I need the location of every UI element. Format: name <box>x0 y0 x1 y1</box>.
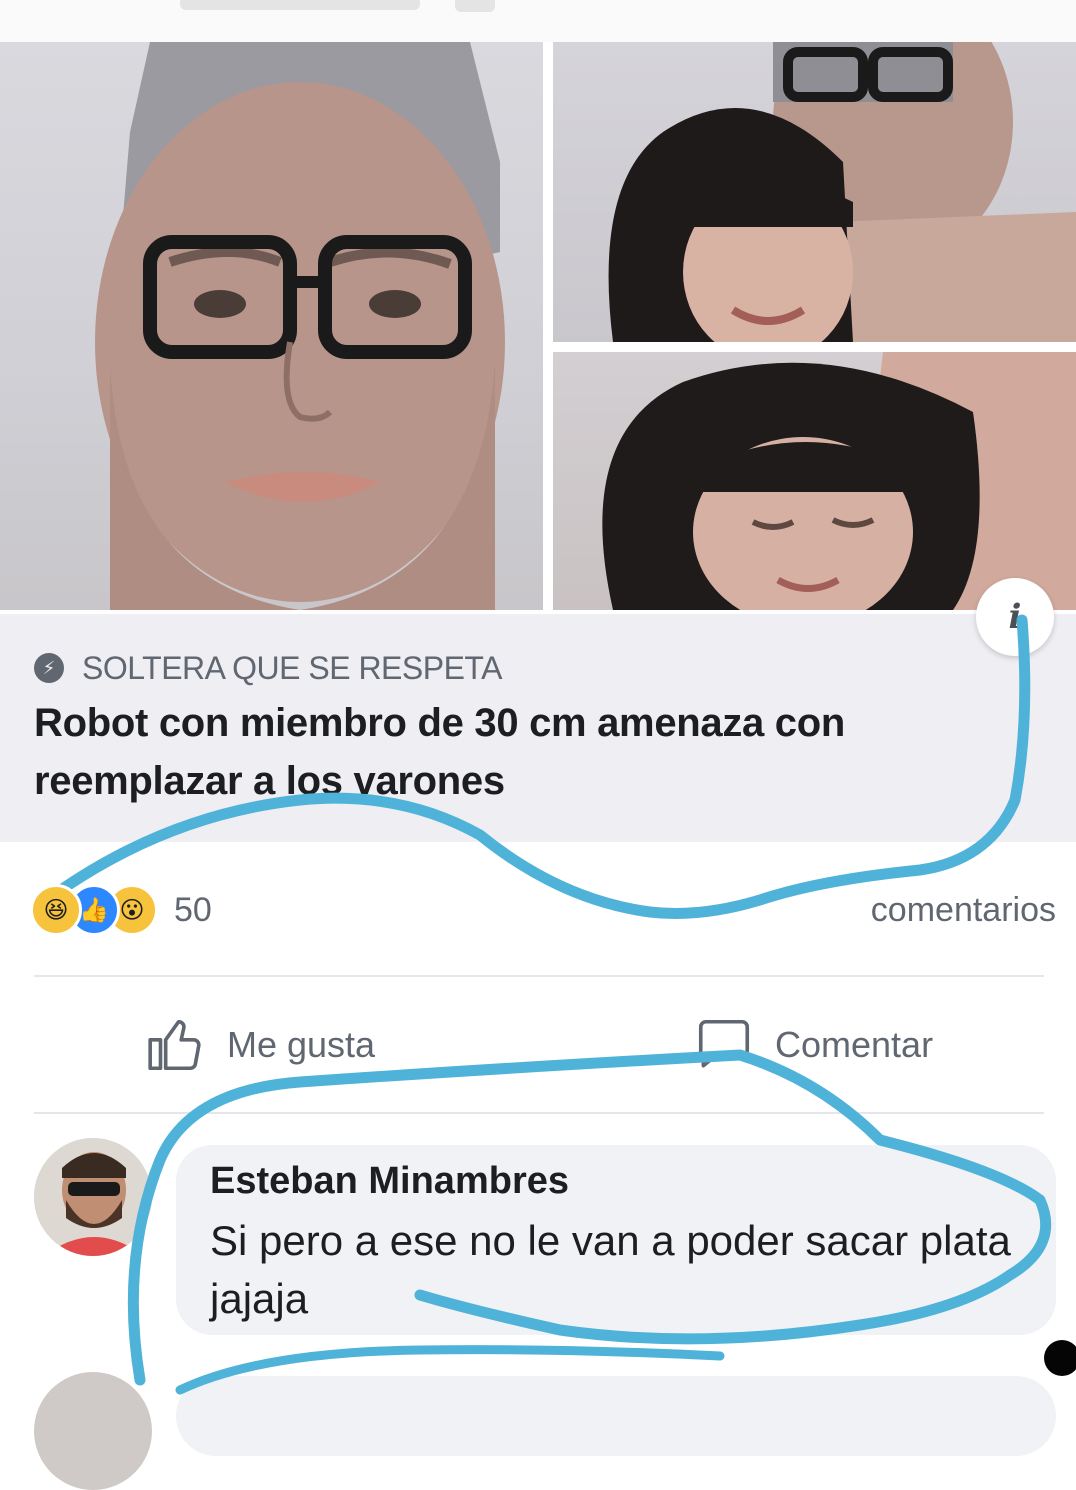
robot-face-illustration <box>95 42 505 610</box>
avatar-photo <box>34 1138 152 1256</box>
comment-button-label: Comentar <box>775 1024 934 1065</box>
comment-text: Si pero a ese no le van a poder sacar pl… <box>210 1217 1011 1322</box>
reply-input[interactable] <box>176 1376 1056 1456</box>
thumbs-up-icon <box>148 1019 201 1071</box>
cropped-header-strip <box>0 0 1076 42</box>
commenter-avatar[interactable] <box>34 1138 152 1256</box>
source-name: SOLTERA QUE SE RESPETA <box>82 649 502 686</box>
speech-bubble-icon <box>698 1019 750 1068</box>
cropped-header-text <box>180 0 420 10</box>
bolt-icon: ⚡ <box>34 653 64 683</box>
reaction-count: 50 <box>174 890 212 929</box>
haha-reaction-icon: 😆 <box>30 884 82 936</box>
cropped-header-icon <box>455 0 495 12</box>
couple-embrace-illustration <box>608 42 1076 342</box>
comment-count-link[interactable]: comentarios <box>871 884 1056 936</box>
info-icon[interactable]: i <box>976 578 1054 656</box>
online-indicator <box>1044 1340 1076 1376</box>
post-photo-bottom-right[interactable] <box>553 352 1076 610</box>
comment-button[interactable]: Comentar <box>693 1010 933 1080</box>
divider <box>34 975 1044 977</box>
post-photo-top-right[interactable] <box>553 42 1076 342</box>
comment-author[interactable]: Esteban Minambres <box>210 1160 569 1203</box>
like-button-label: Me gusta <box>227 1024 376 1065</box>
woman-hugging-illustration <box>602 352 1076 610</box>
post-headline[interactable]: Robot con miembro de 30 cm amenaza con r… <box>34 694 1024 810</box>
current-user-avatar <box>34 1372 152 1490</box>
link-source: ⚡ SOLTERA QUE SE RESPETA <box>34 650 502 686</box>
like-button[interactable]: Me gusta <box>145 1010 375 1080</box>
reactions-summary[interactable]: 😆 👍 😮 50 <box>30 884 212 936</box>
divider <box>34 1112 1044 1114</box>
post-photo-main[interactable] <box>0 42 543 610</box>
